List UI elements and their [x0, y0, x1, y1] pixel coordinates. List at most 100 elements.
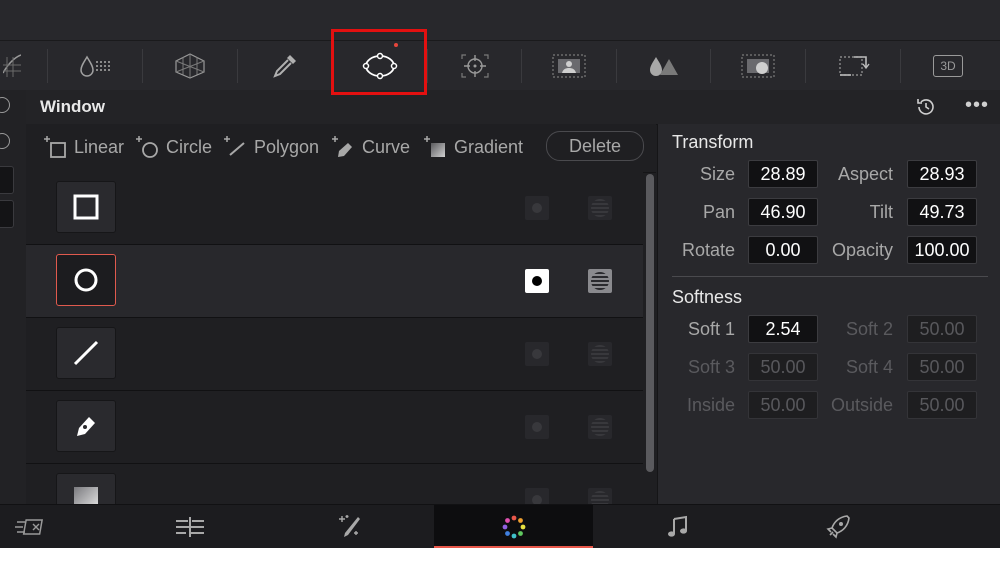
cut-page-icon[interactable] — [0, 505, 60, 548]
window-row-curve[interactable] — [26, 391, 643, 464]
mask-toggle-icon[interactable] — [588, 488, 612, 504]
soft1-field[interactable]: 2.54 — [748, 315, 818, 343]
window-shape-bar: Linear Circle Polygon Curve Gradient Del… — [26, 124, 656, 173]
tilt-label: Tilt — [869, 202, 893, 222]
window-row-gradient[interactable] — [26, 464, 643, 504]
curve-window-icon — [332, 136, 352, 157]
invert-toggle-icon[interactable] — [525, 196, 549, 220]
opacity-field[interactable]: 100.00 — [907, 236, 977, 264]
invert-toggle-icon[interactable] — [525, 269, 549, 293]
aspect-field[interactable]: 28.93 — [907, 160, 977, 188]
magic-mask-icon[interactable] — [522, 41, 616, 91]
side-button[interactable] — [0, 200, 14, 228]
window-list — [26, 172, 643, 504]
window-tool-highlight-box — [331, 29, 427, 95]
reset-icon[interactable] — [914, 95, 938, 119]
circle-window-icon — [74, 268, 98, 292]
soft3-label: Soft 3 — [687, 357, 735, 377]
deliver-page-icon[interactable] — [763, 505, 913, 548]
polygon-label: Polygon — [254, 136, 320, 157]
sizing-icon[interactable] — [806, 41, 900, 91]
fusion-page-icon[interactable] — [275, 505, 425, 548]
circle-window-thumb[interactable] — [56, 254, 116, 306]
pan-label: Pan — [702, 202, 735, 222]
soft2-field[interactable]: 50.00 — [907, 315, 977, 343]
gradient-window-thumb[interactable] — [56, 473, 116, 504]
fairlight-page-icon[interactable] — [603, 505, 753, 548]
opacity-label: Opacity — [831, 240, 893, 260]
invert-toggle-icon[interactable] — [525, 488, 549, 504]
mask-toggle-icon[interactable] — [588, 415, 612, 439]
gradient-button[interactable]: Gradient — [424, 134, 523, 160]
square-window-thumb[interactable] — [56, 181, 116, 233]
scrollbar-thumb[interactable] — [646, 174, 654, 472]
inside-label: Inside — [686, 395, 735, 415]
invert-toggle-icon[interactable] — [525, 342, 549, 366]
linear-window-thumb[interactable] — [56, 327, 116, 379]
mask-toggle-icon[interactable] — [588, 196, 612, 220]
softness-title: Softness — [672, 287, 743, 307]
key-icon[interactable] — [711, 41, 805, 91]
window-row-square[interactable] — [26, 172, 643, 245]
soft2-label: Soft 2 — [845, 319, 893, 339]
circle-button[interactable]: Circle — [136, 134, 212, 160]
edit-page-icon[interactable] — [115, 505, 265, 548]
polygon-button[interactable]: Polygon — [224, 134, 319, 160]
linear-window-icon — [44, 136, 66, 158]
soft1-label: Soft 1 — [687, 319, 735, 339]
circle-label: Circle — [166, 136, 213, 157]
tracker-icon[interactable] — [428, 41, 522, 91]
curve-pen-window-icon — [77, 417, 95, 436]
add-node-icon[interactable] — [0, 97, 10, 113]
gradient-window-icon — [424, 136, 445, 157]
invert-toggle-icon[interactable] — [525, 415, 549, 439]
linear-label: Linear — [74, 136, 125, 157]
linear-button[interactable]: Linear — [44, 134, 124, 160]
3d-badge: 3D — [933, 55, 963, 77]
outside-label: Outside — [830, 395, 893, 415]
blur-icon[interactable] — [617, 41, 711, 91]
hsl-qualifier-icon[interactable] — [143, 41, 237, 91]
window-row-linear[interactable] — [26, 318, 643, 391]
palette-toolbar: 3D — [0, 40, 1000, 91]
soft4-label: Soft 4 — [845, 357, 893, 377]
curves-tool-icon[interactable] — [0, 41, 24, 91]
more-options-icon[interactable]: ••• — [961, 95, 993, 119]
inside-field[interactable]: 50.00 — [748, 391, 818, 419]
mask-toggle-icon[interactable] — [588, 342, 612, 366]
rotate-field[interactable]: 0.00 — [748, 236, 818, 264]
window-properties-panel: Transform Size 28.89 Aspect 28.93 Pan 46… — [657, 124, 1000, 504]
color-warper-icon[interactable] — [48, 41, 142, 91]
page-navigation-bar — [0, 504, 1000, 548]
qualifier-eyedropper-icon[interactable] — [238, 41, 332, 91]
gradient-label: Gradient — [454, 136, 524, 157]
side-button[interactable] — [0, 166, 14, 194]
aspect-label: Aspect — [837, 164, 893, 184]
size-field[interactable]: 28.89 — [748, 160, 818, 188]
circle-window-icon — [136, 136, 158, 158]
curve-window-thumb[interactable] — [56, 400, 116, 452]
left-side-strip — [0, 90, 27, 504]
pan-field[interactable]: 46.90 — [748, 198, 818, 226]
section-divider — [672, 276, 988, 277]
linear-window-icon — [73, 340, 99, 366]
mask-toggle-icon[interactable] — [588, 269, 612, 293]
soft3-field[interactable]: 50.00 — [748, 353, 818, 381]
color-page-icon[interactable] — [434, 505, 593, 548]
tilt-field[interactable]: 49.73 — [907, 198, 977, 226]
soft4-field[interactable]: 50.00 — [907, 353, 977, 381]
rotate-label: Rotate — [681, 240, 735, 260]
outside-field[interactable]: 50.00 — [907, 391, 977, 419]
polygon-window-icon — [224, 136, 245, 156]
window-panel-header: Window ••• — [26, 90, 1000, 125]
transform-title: Transform — [672, 132, 754, 152]
square-window-icon — [73, 194, 99, 220]
3d-icon[interactable]: 3D — [901, 41, 995, 91]
node-circle-icon[interactable] — [0, 133, 10, 149]
resolve-color-app: 3D Window ••• Linear Circle Polygon Curv… — [0, 0, 1000, 548]
window-list-scrollbar[interactable] — [645, 172, 655, 504]
window-row-circle[interactable] — [26, 245, 643, 318]
delete-button[interactable]: Delete — [546, 131, 644, 161]
active-tab-underline — [434, 546, 593, 548]
curve-button[interactable]: Curve — [332, 134, 410, 160]
